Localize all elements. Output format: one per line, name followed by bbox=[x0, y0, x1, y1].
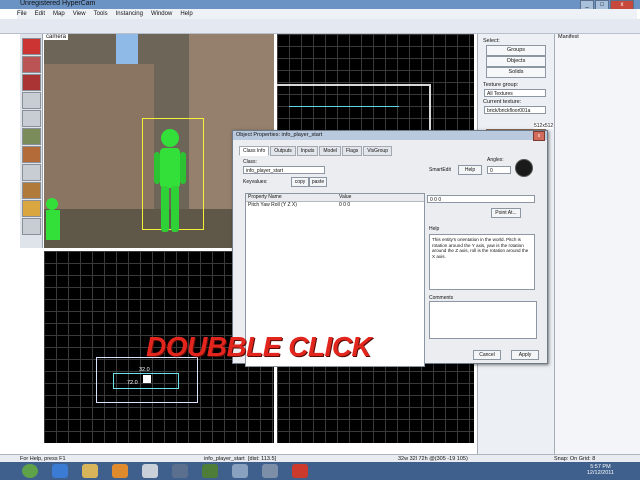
apply-button[interactable]: Apply bbox=[511, 350, 539, 360]
dialog-tabs: Class Info Outputs Inputs Model Flags Vi… bbox=[239, 146, 392, 156]
cancel-button[interactable]: Cancel bbox=[473, 350, 501, 360]
dialog-close-button[interactable]: x bbox=[533, 131, 545, 141]
taskbar: 5:57 PM 12/12/2011 bbox=[0, 462, 640, 480]
groups-button[interactable]: Groups bbox=[486, 45, 546, 56]
point-at-button[interactable]: Point At... bbox=[491, 208, 521, 218]
help-text: This entity's orientation in the world. … bbox=[429, 234, 535, 290]
tab-class-info[interactable]: Class Info bbox=[239, 146, 270, 156]
menu-tools[interactable]: Tools bbox=[94, 11, 108, 17]
dialog-title: Object Properties: info_player_start bbox=[236, 132, 323, 138]
decal-tool-icon[interactable] bbox=[22, 164, 41, 181]
menu-map[interactable]: Map bbox=[53, 11, 65, 17]
class-select[interactable]: info_player_start bbox=[243, 166, 325, 174]
current-texture-label: Current texture: bbox=[483, 99, 522, 105]
help-button[interactable]: Help bbox=[458, 165, 482, 175]
camera-tool-icon[interactable] bbox=[22, 74, 41, 91]
objects-button[interactable]: Objects bbox=[486, 56, 546, 67]
selection-tool-icon[interactable] bbox=[22, 38, 41, 55]
keyvalues-label: Keyvalues: bbox=[243, 179, 268, 185]
recording-icon[interactable] bbox=[292, 464, 308, 478]
paste-button[interactable]: paste bbox=[309, 177, 327, 187]
solids-button[interactable]: Solids bbox=[486, 67, 546, 78]
current-texture-select[interactable]: brick/brickfloor001a bbox=[484, 106, 546, 114]
app-icon-2[interactable] bbox=[262, 464, 278, 478]
game-icon[interactable] bbox=[202, 464, 218, 478]
copy-button[interactable]: copy bbox=[291, 177, 309, 187]
explorer-icon[interactable] bbox=[82, 464, 98, 478]
texture-group-label: Texture group: bbox=[483, 82, 519, 88]
main-toolbar bbox=[0, 19, 640, 34]
column-property-name[interactable]: Property Name bbox=[246, 194, 337, 201]
manifest-panel: Manifest bbox=[554, 34, 640, 454]
menu-file[interactable]: File bbox=[17, 11, 27, 17]
selection-line bbox=[289, 106, 399, 107]
block-tool-icon[interactable] bbox=[22, 110, 41, 127]
browser-icon[interactable] bbox=[52, 464, 68, 478]
class-label: Class: bbox=[243, 159, 257, 165]
tab-visgroup[interactable]: VisGroup bbox=[363, 146, 392, 156]
manifest-label: Manifest bbox=[558, 34, 579, 40]
tab-flags[interactable]: Flags bbox=[342, 146, 363, 156]
player-model[interactable] bbox=[152, 126, 188, 236]
overlay-tool-icon[interactable] bbox=[22, 182, 41, 199]
menu-window[interactable]: Window bbox=[151, 11, 172, 17]
brush-outline bbox=[277, 84, 429, 86]
brush-center-handle[interactable] bbox=[143, 375, 151, 383]
tab-model[interactable]: Model bbox=[319, 146, 341, 156]
menu-view[interactable]: View bbox=[73, 11, 86, 17]
tab-inputs[interactable]: Inputs bbox=[296, 146, 319, 156]
tab-outputs[interactable]: Outputs bbox=[270, 146, 296, 156]
angle-dial-icon[interactable] bbox=[515, 159, 533, 177]
angles-field[interactable]: 0 bbox=[487, 166, 511, 174]
table-row[interactable]: Pitch Yaw Roll (Y Z X) 0 0 0 bbox=[246, 202, 424, 209]
brick-wall-left bbox=[44, 64, 154, 214]
selected-brush[interactable]: 32.0 72.0 bbox=[96, 357, 198, 403]
app-icon[interactable] bbox=[142, 464, 158, 478]
clock-date: 12/12/2011 bbox=[586, 470, 614, 476]
brush-height-label: 72.0 bbox=[127, 380, 138, 386]
column-value[interactable]: Value bbox=[337, 194, 424, 201]
smartedit-checkbox[interactable]: SmartEdit bbox=[429, 167, 451, 173]
property-list-header: Property Name Value bbox=[246, 194, 424, 202]
property-name-cell: Pitch Yaw Roll (Y Z X) bbox=[248, 202, 297, 208]
object-properties-dialog: Object Properties: info_player_start x C… bbox=[232, 130, 548, 367]
tutorial-caption: DOUBBLE CLICK bbox=[146, 331, 372, 362]
apply-texture-icon[interactable] bbox=[22, 146, 41, 163]
start-button-icon[interactable] bbox=[22, 464, 38, 478]
value-field[interactable]: 0 0 0 bbox=[427, 195, 535, 203]
vertex-tool-icon[interactable] bbox=[22, 218, 41, 235]
magnify-tool-icon[interactable] bbox=[22, 56, 41, 73]
property-value-cell: 0 0 0 bbox=[338, 202, 351, 208]
app-title: Unregistered HyperCam bbox=[20, 0, 96, 7]
menu-bar: File Edit Map View Tools Instancing Wind… bbox=[17, 9, 637, 19]
texture-group-select[interactable]: All Textures bbox=[484, 89, 546, 97]
menu-help[interactable]: Help bbox=[180, 11, 192, 17]
app-title-bar: Unregistered HyperCam _ □ x bbox=[0, 0, 640, 10]
hammer-icon[interactable] bbox=[232, 464, 248, 478]
menu-instancing[interactable]: Instancing bbox=[116, 11, 143, 17]
brush-width-label: 32.0 bbox=[139, 367, 150, 373]
system-clock[interactable]: 5:57 PM 12/12/2011 bbox=[587, 464, 614, 476]
angles-label: Angles: bbox=[487, 157, 504, 163]
second-player-model bbox=[46, 198, 60, 240]
entity-tool-icon[interactable] bbox=[22, 92, 41, 109]
tool-palette bbox=[20, 34, 43, 248]
clip-tool-icon[interactable] bbox=[22, 200, 41, 217]
media-player-icon[interactable] bbox=[112, 464, 128, 478]
texture-size: 512x512 bbox=[534, 123, 554, 129]
select-label: Select: bbox=[483, 38, 500, 44]
menu-edit[interactable]: Edit bbox=[35, 11, 45, 17]
comments-field[interactable] bbox=[429, 301, 537, 339]
help-section-label: Help bbox=[429, 226, 440, 232]
dialog-title-bar: Object Properties: info_player_start x bbox=[233, 131, 547, 141]
viewport-label: camera bbox=[44, 34, 69, 40]
texture-tool-icon[interactable] bbox=[22, 128, 41, 145]
steam-icon[interactable] bbox=[172, 464, 188, 478]
